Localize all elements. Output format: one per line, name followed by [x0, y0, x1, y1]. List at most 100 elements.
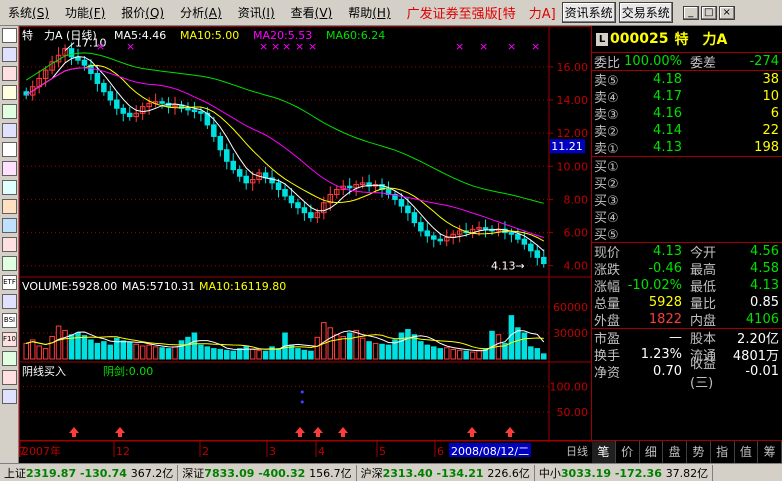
restore-icon[interactable]: □ [700, 5, 717, 20]
chart-icon[interactable] [2, 218, 17, 233]
menu-item[interactable]: 资讯(I) [230, 4, 283, 21]
etf-icon[interactable]: ETF [2, 275, 17, 290]
index-summary[interactable]: 沪深2313.40 -134.21 226.6亿 [357, 464, 535, 481]
stat-row: 现价 4.13 今开 4.56 [592, 243, 782, 261]
volume-bar [333, 334, 340, 360]
index-summary[interactable]: 深证7833.09 -400.32 156.7亿 [178, 464, 357, 481]
stack-icon[interactable] [2, 180, 17, 195]
candle-body [224, 149, 230, 162]
volume-bar [126, 342, 133, 360]
index-summary[interactable]: 中小3033.19 -172.36 37.82亿 [535, 464, 714, 481]
signal-marker: × [507, 40, 516, 53]
ask-volume: 10 [762, 89, 779, 104]
menu-item[interactable]: 分析(A) [172, 4, 230, 21]
people-icon[interactable] [2, 199, 17, 214]
menu-item[interactable]: 帮助(H) [340, 4, 398, 21]
kline-header-text: MA5:4.46 [114, 29, 166, 42]
candle-body [508, 232, 515, 235]
arrow-icon[interactable] [2, 389, 17, 404]
stat-value: -0.46 [648, 261, 682, 276]
trade-system-button[interactable]: 交易系统 [618, 2, 673, 23]
f10-icon[interactable]: F10 [2, 332, 17, 347]
weicha-value: -274 [749, 54, 779, 69]
stat-value: 0.85 [750, 295, 779, 310]
menu-item-label: 帮助 [348, 6, 373, 20]
menu-item[interactable]: 查看(V) [283, 4, 341, 21]
volume-bar [198, 344, 204, 360]
time-label: 2007年 [22, 444, 61, 458]
candle-body [185, 107, 191, 111]
doc-icon[interactable] [2, 161, 17, 176]
volume-bar [295, 348, 301, 360]
volume-bar [431, 346, 437, 360]
kline-icon[interactable] [2, 85, 17, 100]
signal-marker: × [455, 40, 464, 53]
tool-icon[interactable] [2, 351, 17, 366]
menu-item[interactable]: 报价(Q) [113, 4, 172, 21]
tab-1[interactable]: 笔 [592, 441, 616, 463]
volume-bar [353, 329, 359, 360]
volume-bar [521, 332, 528, 360]
quote-panel: L 000025 特 力A 委比 100.00% 委差 -274 卖⑤ 4.18 3… [592, 26, 782, 463]
menu-item-key: (A) [204, 6, 222, 20]
fund-value: 4801万 [732, 349, 779, 364]
table-icon[interactable] [2, 104, 17, 119]
refresh-icon[interactable] [2, 256, 17, 271]
close-icon[interactable]: × [718, 5, 735, 20]
index-amount: 156.7亿 [309, 466, 352, 480]
grid-icon[interactable] [2, 47, 17, 62]
ask-row: 卖② 4.14 22 [592, 122, 782, 140]
volume-bar [314, 336, 321, 360]
bsi-icon[interactable]: BSI [2, 313, 17, 328]
volume-bar [152, 346, 159, 360]
time-label: 2 [202, 445, 209, 458]
bid-row: 买④ [592, 208, 782, 226]
menu-item-label: 报价 [121, 6, 146, 20]
candle-body [94, 72, 101, 84]
list-icon[interactable] [2, 66, 17, 81]
wave-icon[interactable] [2, 294, 17, 309]
volume-bar [424, 344, 431, 360]
candle-body [431, 235, 437, 240]
menu-item[interactable]: 功能(F) [57, 4, 113, 21]
info-system-button[interactable]: 资讯系统 [561, 2, 616, 23]
volume-bar [224, 349, 230, 360]
tab-5[interactable]: 势 [687, 441, 711, 463]
fund-value: — [669, 330, 682, 345]
index-summary[interactable]: 上证2319.87 -130.74 367.2亿 [0, 464, 179, 481]
weibi-value: 100.00% [624, 54, 682, 69]
page-icon[interactable] [2, 142, 17, 157]
stat-value: 1822 [648, 312, 682, 327]
kline-header-text: 特 力A (日线) [22, 28, 97, 42]
stat-row: 涨幅 -10.02% 最低 4.13 [592, 277, 782, 295]
buy-arrow-icon [338, 427, 348, 437]
stat-label: 外盘 [594, 314, 621, 329]
tab-2[interactable]: 价 [616, 441, 640, 463]
tab-7[interactable]: 值 [735, 441, 759, 463]
volume-bar [418, 341, 424, 360]
candle-body [308, 212, 314, 219]
kline-header-text: MA10:5.00 [180, 29, 239, 42]
tab-8[interactable]: 筹 [758, 441, 782, 463]
menu-item[interactable]: 系统(S) [0, 4, 57, 21]
tab-6[interactable]: 指 [711, 441, 735, 463]
tab-4[interactable]: 盘 [663, 441, 687, 463]
menu-item-label: 查看 [290, 6, 315, 20]
chart2-icon[interactable] [2, 237, 17, 252]
stat-row: 涨跌 -0.46 最高 4.58 [592, 260, 782, 278]
table2-icon[interactable] [2, 123, 17, 138]
volume-bar [340, 335, 346, 360]
buy-arrow-icon [467, 427, 477, 437]
stock-code: 000025 [610, 31, 669, 47]
chart-area[interactable]: 16.0014.0012.0010.008.006.004.0017.104.1… [19, 26, 592, 463]
volume-bar [62, 329, 68, 360]
menu-item-key: (F) [89, 6, 106, 20]
tab-3[interactable]: 细 [640, 441, 664, 463]
candle-body [482, 227, 489, 230]
index-change: -130.74 [76, 466, 131, 480]
window-icon[interactable] [2, 28, 17, 43]
indicator-name: 阴线买入 [22, 364, 66, 378]
minimize-icon[interactable]: _ [682, 5, 699, 20]
app-title: 广发证券至强版[特 力A] [406, 7, 556, 22]
exit-icon[interactable] [2, 370, 17, 385]
